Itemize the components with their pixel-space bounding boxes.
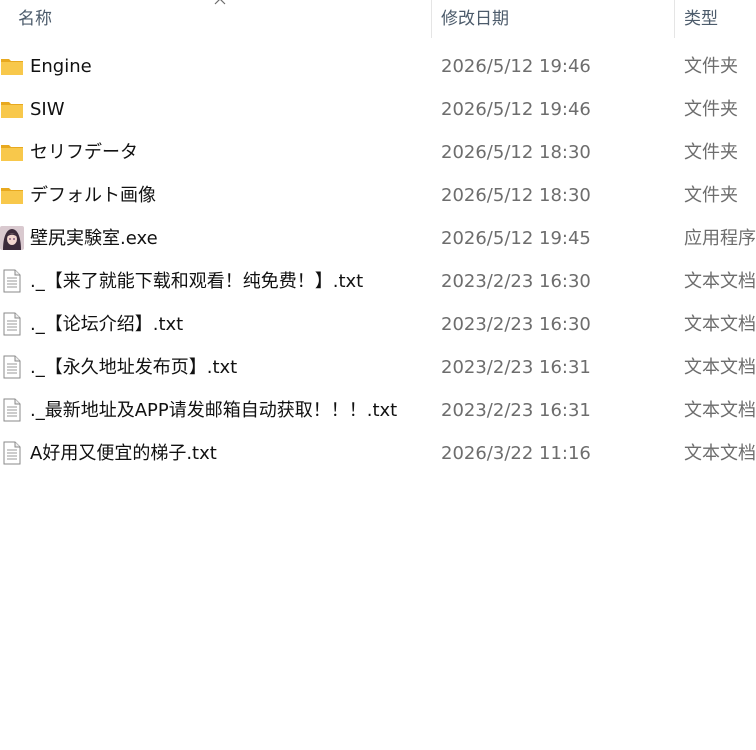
file-date-modified: 2026/3/22 11:16: [441, 443, 591, 464]
file-row[interactable]: Engine 2026/5/12 19:46 文件夹: [0, 45, 756, 88]
file-row[interactable]: ._【论坛介绍】.txt 2023/2/23 16:30 文本文档: [0, 303, 756, 346]
column-header-bar: 名称 修改日期 类型: [0, 0, 756, 38]
file-name: セリフデータ: [30, 142, 138, 163]
file-row[interactable]: ._最新地址及APP请发邮箱自动获取！！！.txt 2023/2/23 16:3…: [0, 389, 756, 432]
file-name: A好用又便宜的梯子.txt: [30, 443, 217, 464]
file-date-modified: 2026/5/12 18:30: [441, 185, 591, 206]
file-date-modified: 2026/5/12 19:45: [441, 228, 591, 249]
column-header-date-modified[interactable]: 修改日期: [441, 0, 509, 38]
file-date-modified: 2023/2/23 16:30: [441, 314, 591, 335]
file-name: デフォルト画像: [30, 185, 156, 206]
file-explorer-list: 名称 修改日期 类型 Engine 2026/5/12 19:46 文件夹 SI…: [0, 0, 756, 750]
file-row[interactable]: デフォルト画像 2026/5/12 18:30 文件夹: [0, 174, 756, 217]
file-type: 文本文档: [684, 443, 756, 464]
folder-icon: [1, 145, 23, 161]
folder-icon: [1, 188, 23, 204]
text-file-icon: [3, 441, 21, 465]
file-date-modified: 2023/2/23 16:30: [441, 271, 591, 292]
file-date-modified: 2026/5/12 18:30: [441, 142, 591, 163]
file-name: Engine: [30, 56, 92, 77]
column-header-type[interactable]: 类型: [684, 0, 718, 38]
text-file-icon: [3, 398, 21, 422]
file-type: 文本文档: [684, 314, 756, 335]
file-row[interactable]: 壁尻実験室.exe 2026/5/12 19:45 应用程序: [0, 217, 756, 260]
file-type: 文本文档: [684, 357, 756, 378]
file-date-modified: 2023/2/23 16:31: [441, 400, 591, 421]
file-type: 文本文档: [684, 271, 756, 292]
file-name: ._【来了就能下载和观看！纯免费！】.txt: [30, 271, 364, 292]
file-type: 应用程序: [684, 228, 756, 249]
file-name: 壁尻実験室.exe: [30, 228, 158, 249]
file-type: 文件夹: [684, 185, 738, 206]
folder-icon: [1, 59, 23, 75]
file-row[interactable]: SIW 2026/5/12 19:46 文件夹: [0, 88, 756, 131]
file-name: ._【永久地址发布页】.txt: [30, 357, 238, 378]
file-row[interactable]: ._【永久地址发布页】.txt 2023/2/23 16:31 文本文档: [0, 346, 756, 389]
app-icon: [0, 226, 24, 250]
file-date-modified: 2023/2/23 16:31: [441, 357, 591, 378]
file-date-modified: 2026/5/12 19:46: [441, 99, 591, 120]
file-type: 文件夹: [684, 142, 738, 163]
sort-up-icon: [214, 0, 226, 5]
text-file-icon: [3, 269, 21, 293]
column-divider[interactable]: [674, 0, 675, 38]
file-name: ._最新地址及APP请发邮箱自动获取！！！.txt: [30, 400, 398, 421]
file-row[interactable]: ._【来了就能下载和观看！纯免费！】.txt 2023/2/23 16:30 文…: [0, 260, 756, 303]
file-type: 文件夹: [684, 56, 738, 77]
file-row[interactable]: セリフデータ 2026/5/12 18:30 文件夹: [0, 131, 756, 174]
file-name: ._【论坛介绍】.txt: [30, 314, 184, 335]
file-type: 文件夹: [684, 99, 738, 120]
file-list: Engine 2026/5/12 19:46 文件夹 SIW 2026/5/12…: [0, 45, 756, 475]
text-file-icon: [3, 312, 21, 336]
column-divider[interactable]: [431, 0, 432, 38]
folder-icon: [1, 102, 23, 118]
file-name: SIW: [30, 99, 65, 120]
column-header-name[interactable]: 名称: [18, 0, 52, 38]
text-file-icon: [3, 355, 21, 379]
file-row[interactable]: A好用又便宜的梯子.txt 2026/3/22 11:16 文本文档: [0, 432, 756, 475]
file-date-modified: 2026/5/12 19:46: [441, 56, 591, 77]
file-type: 文本文档: [684, 400, 756, 421]
